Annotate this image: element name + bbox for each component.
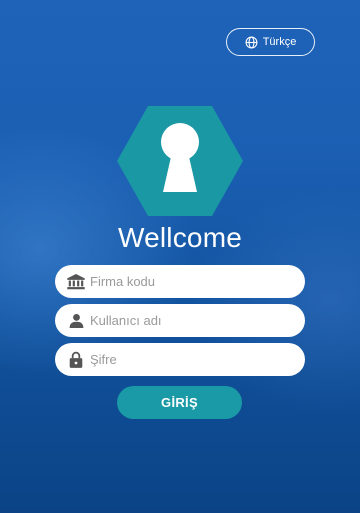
person-icon <box>67 312 85 330</box>
login-screen: Türkçe Wellcome Firma kodu Kullanıcı adı… <box>0 0 360 513</box>
language-label: Türkçe <box>262 36 297 48</box>
username-field[interactable] <box>55 304 305 337</box>
company-code-input[interactable] <box>90 274 290 289</box>
lock-icon <box>67 351 85 369</box>
password-input[interactable] <box>90 352 290 367</box>
bank-icon <box>67 273 85 291</box>
language-button[interactable]: Türkçe <box>226 28 315 56</box>
company-code-field[interactable] <box>55 265 305 298</box>
globe-icon <box>245 36 258 49</box>
username-input[interactable] <box>90 313 290 328</box>
password-field[interactable] <box>55 343 305 376</box>
welcome-title: Wellcome <box>117 222 242 253</box>
login-button[interactable]: GİRİŞ <box>117 386 242 419</box>
logo <box>117 106 243 216</box>
